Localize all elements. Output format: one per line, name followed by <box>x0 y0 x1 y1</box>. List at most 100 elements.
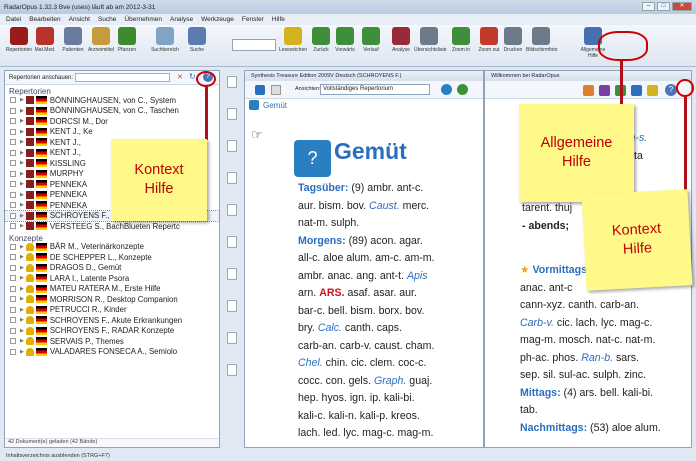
expand-arrow-icon[interactable]: ▶ <box>20 338 24 344</box>
checkbox[interactable] <box>10 139 16 146</box>
menu-bearbeiten[interactable]: Bearbeiten <box>29 16 60 23</box>
sidebar-item[interactable]: ▶ PETRUCCI R., Kinder <box>5 305 219 316</box>
checkbox[interactable] <box>10 128 16 135</box>
expand-arrow-icon[interactable]: ▶ <box>20 160 24 166</box>
sidebar-item[interactable]: ▶ VERSTEEG S., BachBlueten Repertc <box>5 221 219 232</box>
bookmark-icon[interactable] <box>647 85 658 96</box>
sidebar-item[interactable]: ▶ VALADARES FONSECA A., Semiolo <box>5 347 219 358</box>
doc2-tab[interactable]: Willkommen bei RadarOpus <box>485 71 691 81</box>
sidebar-item[interactable]: ▶ MORRISON R., Desktop Companion <box>5 294 219 305</box>
sidebar-item[interactable]: ▶ SCHROYENS F., Akute Erkrankungen <box>5 315 219 326</box>
people-icon[interactable] <box>599 85 610 96</box>
sidebar-item[interactable]: ▶ SCHROYENS F., RADAR Konzepte <box>5 326 219 337</box>
checkbox[interactable] <box>10 149 16 156</box>
checkbox[interactable] <box>10 317 16 324</box>
expand-arrow-icon[interactable]: ▶ <box>20 129 24 135</box>
sidebar-item[interactable]: ▶ MATEU RATERA M., Erste Hilfe <box>5 284 219 295</box>
document-icon[interactable] <box>227 108 237 120</box>
maximize-button[interactable]: □ <box>657 2 670 11</box>
toolbar-button-bildschirmfoto[interactable]: Bildschirmfoto <box>526 27 557 53</box>
expand-arrow-icon[interactable]: ▶ <box>20 202 24 208</box>
document-icon[interactable] <box>227 236 237 248</box>
document-icon[interactable] <box>227 76 237 88</box>
expand-arrow-icon[interactable]: ▶ <box>20 349 24 355</box>
toolbar-button-zoom-in[interactable]: Zoom in <box>446 27 476 53</box>
checkbox[interactable] <box>10 170 16 177</box>
menu-ansicht[interactable]: Ansicht <box>69 16 90 23</box>
leaf-icon[interactable] <box>457 84 468 95</box>
checkbox[interactable] <box>10 97 16 104</box>
menu-fenster[interactable]: Fenster <box>242 16 264 23</box>
sidebar-item[interactable]: ▶ LARA I., Latente Psora <box>5 273 219 284</box>
expand-arrow-icon[interactable]: ▶ <box>20 307 24 313</box>
expand-arrow-icon[interactable]: ▶ <box>20 317 24 323</box>
sidebar-item[interactable]: ▶ BÖNNINGHAUSEN, von C., System <box>5 95 219 106</box>
sidebar-item[interactable]: ▶ BÄR M., Veterinärkonzepte <box>5 242 219 253</box>
breadcrumb-label[interactable]: Gemüt <box>263 101 287 110</box>
checkbox[interactable] <box>10 223 16 230</box>
sidebar-item[interactable]: ▶ KENT J., Ke <box>5 127 219 138</box>
document-icon[interactable] <box>227 364 237 376</box>
sidebar-section-header[interactable]: Konzepte <box>5 232 219 243</box>
sidebar-search-input[interactable] <box>75 73 170 82</box>
checkbox[interactable] <box>10 202 16 209</box>
sidebar-item[interactable]: ▶ BÖNNINGHAUSEN, von C., Taschen <box>5 106 219 117</box>
document-icon[interactable] <box>227 268 237 280</box>
expand-arrow-icon[interactable]: ▶ <box>20 139 24 145</box>
menu-werkzeuge[interactable]: Werkzeuge <box>201 16 234 23</box>
expand-arrow-icon[interactable]: ▶ <box>20 223 24 229</box>
sidebar-item[interactable]: ▶ DRAGOS D., Gemüt <box>5 263 219 274</box>
close-button[interactable]: ✕ <box>672 2 692 11</box>
menu-uebernehmen[interactable]: Übernehmen <box>124 16 162 23</box>
expand-arrow-icon[interactable]: ▶ <box>20 108 24 114</box>
document-icon[interactable] <box>227 172 237 184</box>
toolbar-button-patienten[interactable]: Patienten <box>58 27 88 53</box>
checkbox[interactable] <box>10 338 16 345</box>
checkbox[interactable] <box>10 191 16 198</box>
checkbox[interactable] <box>10 243 16 250</box>
expand-arrow-icon[interactable]: ▶ <box>20 118 24 124</box>
document-icon[interactable] <box>227 140 237 152</box>
expand-arrow-icon[interactable]: ▶ <box>20 244 24 250</box>
toolbar-button-lesezeichen[interactable]: Lesezeichen <box>278 27 308 53</box>
checkbox[interactable] <box>10 264 16 271</box>
sidebar-section-header[interactable]: Repertorien <box>5 85 219 96</box>
sidebar-sync-icon[interactable]: ↻ <box>189 72 196 81</box>
checkbox[interactable] <box>10 285 16 292</box>
view-select[interactable]: Vollständiges Repertorium <box>320 84 430 95</box>
checkbox[interactable] <box>10 296 16 303</box>
expand-arrow-icon[interactable]: ▶ <box>20 97 24 103</box>
expand-arrow-icon[interactable]: ▶ <box>20 286 24 292</box>
checkbox[interactable] <box>10 212 16 219</box>
checkbox[interactable] <box>10 306 16 313</box>
expand-arrow-icon[interactable]: ▶ <box>20 181 24 187</box>
toolbar-button-suchbereich[interactable]: Suchbereich <box>150 27 180 53</box>
document-icon[interactable] <box>271 85 281 95</box>
expand-arrow-icon[interactable]: ▶ <box>20 265 24 271</box>
checkbox[interactable] <box>10 327 16 334</box>
toolbar-button-mat-med-[interactable]: Mat.Med. <box>30 27 60 53</box>
expand-arrow-icon[interactable]: ▶ <box>20 254 24 260</box>
checkbox[interactable] <box>10 160 16 167</box>
sidebar-item[interactable]: ▶ DE SCHEPPER L., Konzepte <box>5 252 219 263</box>
toolbar-button-analyse[interactable]: Analyse <box>386 27 416 53</box>
nav-icon[interactable] <box>583 85 594 96</box>
checkbox[interactable] <box>10 275 16 282</box>
expand-arrow-icon[interactable]: ▶ <box>20 213 24 219</box>
expand-arrow-icon[interactable]: ▶ <box>20 150 24 156</box>
toolbar-button-suche[interactable]: Suche <box>182 27 212 53</box>
menu-hilfe[interactable]: Hilfe <box>272 16 285 23</box>
checkbox[interactable] <box>10 107 16 114</box>
toolbar-search-input[interactable] <box>232 39 276 51</box>
checkbox[interactable] <box>10 118 16 125</box>
expand-arrow-icon[interactable]: ▶ <box>20 296 24 302</box>
expand-arrow-icon[interactable]: ▶ <box>20 328 24 334</box>
menu-suche[interactable]: Suche <box>98 16 116 23</box>
sidebar-item[interactable]: ▶ SERVAIS P., Themes <box>5 336 219 347</box>
checkbox[interactable] <box>10 348 16 355</box>
minimize-button[interactable]: – <box>642 2 655 11</box>
toolbar-button-pfanzen[interactable]: Pfanzen <box>112 27 142 53</box>
document-icon[interactable] <box>227 332 237 344</box>
document-icon[interactable] <box>227 300 237 312</box>
menu-datei[interactable]: Datei <box>6 16 21 23</box>
